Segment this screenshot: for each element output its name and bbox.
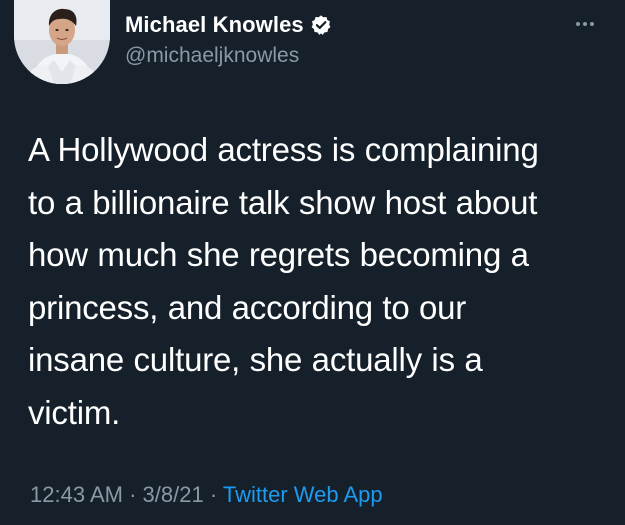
author-display-name[interactable]: Michael Knowles	[125, 12, 304, 38]
avatar-photo-icon	[14, 0, 110, 84]
author-avatar[interactable]	[14, 0, 110, 84]
more-horizontal-icon	[576, 22, 580, 26]
verified-badge-icon	[310, 14, 332, 36]
author-handle[interactable]: @michaeljknowles	[125, 44, 299, 68]
meta-separator: ·	[209, 482, 223, 507]
tweet-meta: 12:43 AM · 3/8/21 · Twitter Web App	[30, 482, 383, 508]
more-options-button[interactable]	[571, 14, 599, 34]
tweet-card: Michael Knowles @michaeljknowles A Holly…	[0, 0, 625, 525]
meta-separator: ·	[129, 482, 143, 507]
more-horizontal-icon	[590, 22, 594, 26]
author-name-row: Michael Knowles	[125, 12, 332, 38]
tweet-text: A Hollywood actress is complaining to a …	[28, 131, 539, 431]
more-horizontal-icon	[583, 22, 587, 26]
tweet-time[interactable]: 12:43 AM	[30, 482, 123, 507]
tweet-date[interactable]: 3/8/21	[143, 482, 204, 507]
tweet-source-link[interactable]: Twitter Web App	[223, 482, 383, 507]
